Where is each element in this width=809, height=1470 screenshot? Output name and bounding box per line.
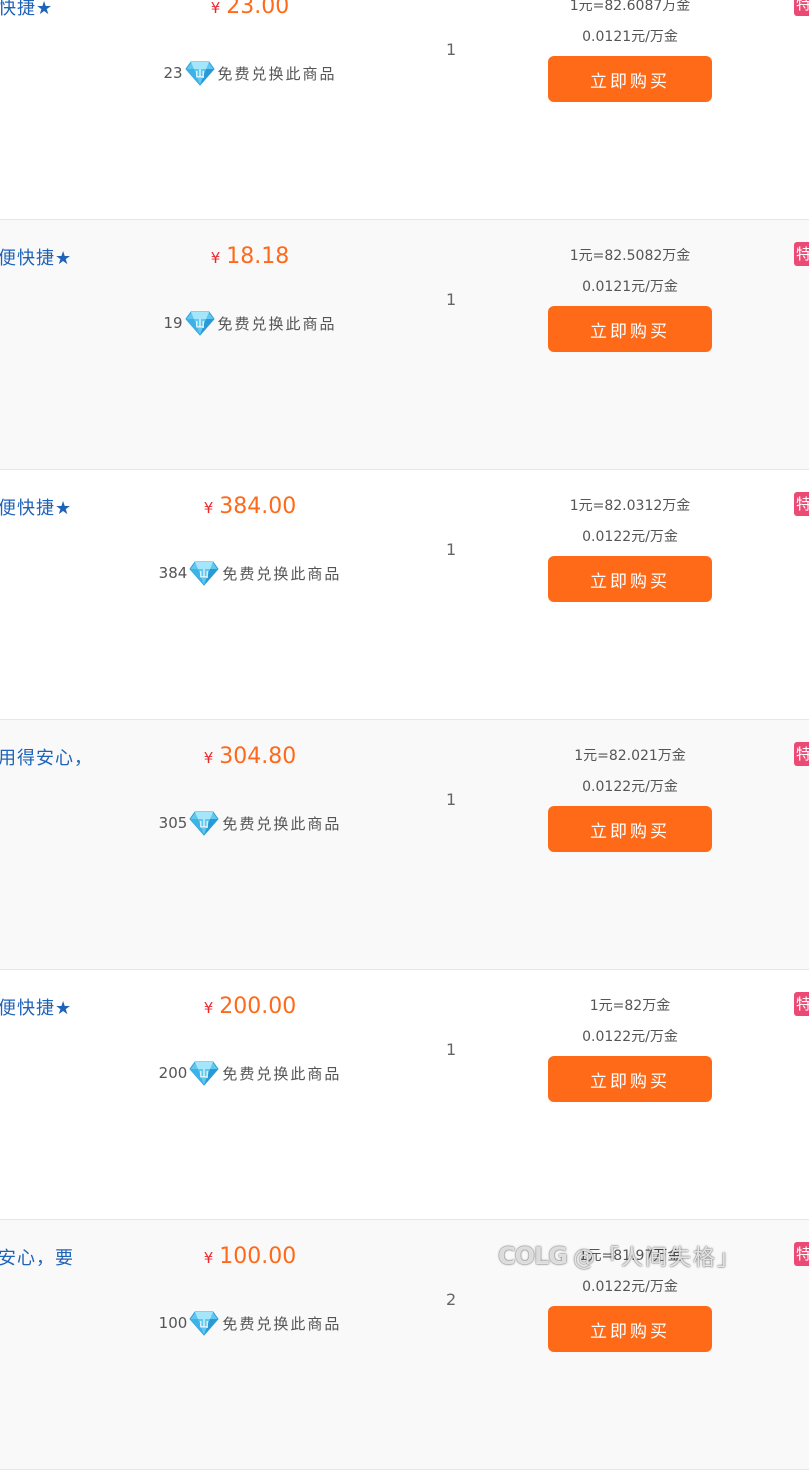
special-tag: 特 xyxy=(794,992,809,1016)
unit-price: 0.0121元/万金 xyxy=(582,279,678,295)
diamond-exchange: 23 山 免费兑换此商品 xyxy=(0,60,500,86)
diamond-count: 23 xyxy=(163,64,183,82)
diamond-count: 19 xyxy=(163,314,183,332)
listing-price: ¥100.00 xyxy=(0,1244,500,1269)
diamond-icon: 山 xyxy=(189,560,219,586)
diamond-count: 100 xyxy=(158,1314,188,1332)
buy-now-button[interactable]: 立即购买 xyxy=(548,306,712,352)
buy-now-button[interactable]: 立即购买 xyxy=(548,1056,712,1102)
special-tag: 特 xyxy=(794,492,809,516)
currency-symbol: ¥ xyxy=(210,249,221,267)
diamond-count: 305 xyxy=(158,814,188,832)
special-tag: 特 xyxy=(794,742,809,766)
svg-text:山: 山 xyxy=(195,318,204,330)
buy-now-button[interactable]: 立即购买 xyxy=(548,806,712,852)
listing-list: 快捷★ ¥23.00 23 山 免费兑换此商品 1 1元=82.6087万金 0… xyxy=(0,0,809,1470)
special-tag: 特 xyxy=(794,242,809,266)
listing-price: ¥23.00 xyxy=(0,0,500,19)
price-value: 23.00 xyxy=(226,0,290,19)
quantity: 2 xyxy=(446,1290,457,1309)
listing-row: 安心，要 ¥100.00 100 山 免费兑换此商品 2 1元=81.97万金 … xyxy=(0,1220,809,1470)
listing-price: ¥304.80 xyxy=(0,744,500,769)
exchange-rate: 1元=82万金 xyxy=(589,998,671,1014)
exchange-text: 免费兑换此商品 xyxy=(222,1314,342,1333)
diamond-count: 384 xyxy=(158,564,188,582)
currency-symbol: ¥ xyxy=(203,1249,214,1267)
price-value: 384.00 xyxy=(219,494,297,519)
exchange-rate: 1元=82.0312万金 xyxy=(569,498,691,514)
diamond-icon: 山 xyxy=(184,310,215,336)
price-value: 100.00 xyxy=(219,1244,297,1269)
diamond-icon: 山 xyxy=(184,60,215,86)
svg-text:山: 山 xyxy=(200,1318,209,1330)
exchange-rate: 1元=82.6087万金 xyxy=(569,0,691,14)
unit-price: 0.0122元/万金 xyxy=(582,529,678,545)
diamond-count: 200 xyxy=(158,1064,188,1082)
quantity: 1 xyxy=(446,540,457,559)
price-value: 18.18 xyxy=(226,244,290,269)
currency-symbol: ¥ xyxy=(203,499,214,517)
buy-now-button[interactable]: 立即购买 xyxy=(548,1306,712,1352)
exchange-text: 免费兑换此商品 xyxy=(222,1064,342,1083)
svg-text:山: 山 xyxy=(200,568,209,580)
listing-row: 用得安心， ¥304.80 305 山 免费兑换此商品 1 1元=82.021万… xyxy=(0,720,809,970)
quantity: 1 xyxy=(446,40,457,59)
quantity: 1 xyxy=(446,290,457,309)
special-tag: 特 xyxy=(794,1242,809,1266)
exchange-rate: 1元=82.5082万金 xyxy=(569,248,691,264)
listing-price: ¥200.00 xyxy=(0,994,500,1019)
listing-price: ¥18.18 xyxy=(0,244,500,269)
listing-price: ¥384.00 xyxy=(0,494,500,519)
buy-now-button[interactable]: 立即购买 xyxy=(548,56,712,102)
currency-symbol: ¥ xyxy=(203,999,214,1017)
quantity: 1 xyxy=(446,1040,457,1059)
exchange-text: 免费兑换此商品 xyxy=(222,814,342,833)
quantity: 1 xyxy=(446,790,457,809)
exchange-text: 免费兑换此商品 xyxy=(217,64,337,83)
buy-now-button[interactable]: 立即购买 xyxy=(548,556,712,602)
unit-price: 0.0122元/万金 xyxy=(582,1279,678,1295)
svg-text:山: 山 xyxy=(200,818,209,830)
exchange-rate: 1元=81.97万金 xyxy=(578,1248,682,1264)
diamond-exchange: 200 山 免费兑换此商品 xyxy=(0,1060,500,1086)
listing-row: 便快捷★ ¥200.00 200 山 免费兑换此商品 1 1元=82万金 0.0… xyxy=(0,970,809,1220)
listing-row: 便快捷★ ¥18.18 19 山 免费兑换此商品 1 1元=82.5082万金 … xyxy=(0,220,809,470)
price-value: 304.80 xyxy=(219,744,297,769)
diamond-icon: 山 xyxy=(189,810,219,836)
diamond-icon: 山 xyxy=(189,1310,219,1336)
exchange-text: 免费兑换此商品 xyxy=(217,314,337,333)
currency-symbol: ¥ xyxy=(203,749,214,767)
diamond-icon: 山 xyxy=(189,1060,219,1086)
exchange-text: 免费兑换此商品 xyxy=(222,564,342,583)
exchange-rate: 1元=82.021万金 xyxy=(574,748,686,764)
unit-price: 0.0122元/万金 xyxy=(582,779,678,795)
diamond-exchange: 19 山 免费兑换此商品 xyxy=(0,310,500,336)
svg-text:山: 山 xyxy=(200,1068,209,1080)
currency-symbol: ¥ xyxy=(210,0,221,17)
diamond-exchange: 305 山 免费兑换此商品 xyxy=(0,810,500,836)
unit-price: 0.0122元/万金 xyxy=(582,1029,678,1045)
price-value: 200.00 xyxy=(219,994,297,1019)
svg-text:山: 山 xyxy=(195,68,204,80)
special-tag: 特 xyxy=(794,0,809,16)
diamond-exchange: 100 山 免费兑换此商品 xyxy=(0,1310,500,1336)
listing-row: 快捷★ ¥23.00 23 山 免费兑换此商品 1 1元=82.6087万金 0… xyxy=(0,0,809,220)
diamond-exchange: 384 山 免费兑换此商品 xyxy=(0,560,500,586)
unit-price: 0.0121元/万金 xyxy=(582,29,678,45)
listing-row: 便快捷★ ¥384.00 384 山 免费兑换此商品 1 1元=82.0312万… xyxy=(0,470,809,720)
